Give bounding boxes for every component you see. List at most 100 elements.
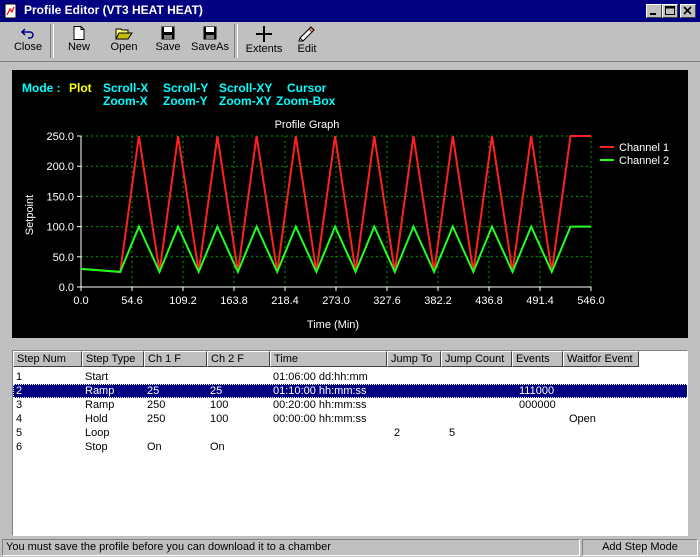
title-bar: Profile Editor (VT3 HEAT HEAT) bbox=[0, 0, 700, 22]
cell-type: Ramp bbox=[85, 385, 115, 397]
new-button[interactable]: New bbox=[60, 24, 98, 60]
cell-ch1: 250 bbox=[147, 399, 166, 411]
axis-layer: 0.0 54.6 109.2 163.8 218.4 273.0 327.6 382.2 436… bbox=[46, 131, 604, 307]
cell-ch2: 25 bbox=[210, 385, 223, 397]
status-message: You must save the profile before you can… bbox=[2, 539, 580, 556]
table-row[interactable]: 4 Hold 250 100 00:00:00 hh:mm:ss Open bbox=[13, 412, 687, 426]
cell-ch2: On bbox=[210, 441, 225, 453]
step-table-header: Step Num Step Type Ch 1 F Ch 2 F Time Ju… bbox=[13, 351, 687, 368]
cell-ch2: 100 bbox=[210, 413, 229, 425]
saveas-button[interactable]: SaveAs bbox=[190, 24, 230, 60]
cell-num: 1 bbox=[16, 371, 23, 383]
x-tick-label: 436.8 bbox=[475, 295, 503, 307]
crosshair-icon bbox=[256, 26, 272, 42]
col-step-num[interactable]: Step Num bbox=[13, 351, 82, 367]
y-axis-label: Setpoint bbox=[24, 195, 36, 235]
cell-waitfor: Open bbox=[569, 413, 596, 425]
cell-num: 4 bbox=[16, 413, 23, 425]
y-tick-label: 0.0 bbox=[59, 282, 74, 294]
close-button-label: Close bbox=[13, 41, 43, 53]
save-button[interactable]: Save bbox=[150, 24, 186, 60]
close-icon bbox=[683, 6, 692, 15]
cell-ch1: 25 bbox=[147, 385, 160, 397]
cell-ch2: 100 bbox=[210, 399, 229, 411]
x-tick-label: 491.4 bbox=[526, 295, 554, 307]
col-step-type[interactable]: Step Type bbox=[82, 351, 144, 367]
col-jump-count[interactable]: Jump Count bbox=[441, 351, 512, 367]
series-line-2 bbox=[80, 224, 591, 275]
cell-type: Stop bbox=[85, 441, 108, 453]
close-button[interactable]: Close bbox=[8, 24, 48, 60]
toolbar-separator bbox=[50, 24, 54, 58]
extents-button[interactable]: Extents bbox=[242, 24, 286, 60]
status-bar: You must save the profile before you can… bbox=[0, 538, 700, 557]
chart-title: Profile Graph bbox=[275, 119, 340, 131]
undo-arrow-icon bbox=[20, 28, 34, 39]
new-button-label: New bbox=[67, 41, 90, 53]
floppy-disk-icon bbox=[203, 26, 217, 40]
cell-ch1: 250 bbox=[147, 413, 166, 425]
x-tick-label: 382.2 bbox=[424, 295, 452, 307]
cell-time: 01:06:00 dd:hh:mm bbox=[273, 371, 368, 383]
edit-button-label: Edit bbox=[297, 43, 317, 55]
legend-label: Channel 2 bbox=[619, 155, 669, 167]
cell-ch1: On bbox=[147, 441, 162, 453]
toolbar-separator bbox=[234, 24, 238, 58]
status-mode: Add Step Mode bbox=[582, 539, 698, 556]
maximize-icon bbox=[665, 6, 675, 15]
pencil-hand-icon bbox=[298, 26, 315, 42]
cell-type: Ramp bbox=[85, 399, 115, 411]
col-ch2[interactable]: Ch 2 F bbox=[207, 351, 270, 367]
y-tick-label: 200.0 bbox=[46, 161, 74, 173]
cell-num: 6 bbox=[16, 441, 23, 453]
y-tick-label: 250.0 bbox=[46, 131, 74, 143]
cell-type: Start bbox=[85, 371, 109, 383]
x-tick-label: 0.0 bbox=[73, 295, 88, 307]
x-tick-label: 54.6 bbox=[121, 295, 142, 307]
table-row[interactable]: 3 Ramp 250 100 00:20:00 hh:mm:ss 000000 bbox=[13, 398, 687, 412]
x-tick-label: 163.8 bbox=[220, 295, 248, 307]
col-time[interactable]: Time bbox=[270, 351, 387, 367]
plot-panel: Mode : Plot Scroll-X Zoom-X Scroll-Y Zoo… bbox=[12, 70, 688, 338]
edit-button[interactable]: Edit bbox=[292, 24, 322, 60]
minimize-icon bbox=[650, 13, 656, 15]
cell-type: Hold bbox=[85, 413, 108, 425]
open-folder-icon bbox=[115, 28, 133, 40]
x-tick-label: 109.2 bbox=[169, 295, 197, 307]
x-tick-label: 327.6 bbox=[373, 295, 401, 307]
minimize-button[interactable] bbox=[646, 4, 662, 18]
extents-button-label: Extents bbox=[245, 43, 283, 55]
profile-chart[interactable]: Profile Graph Setpoint Time (Min) 0.0 54.… bbox=[12, 70, 688, 338]
step-table[interactable]: Step Num Step Type Ch 1 F Ch 2 F Time Ju… bbox=[12, 350, 688, 536]
col-jump-to[interactable]: Jump To bbox=[387, 351, 441, 367]
col-events[interactable]: Events bbox=[512, 351, 563, 367]
x-tick-label: 546.0 bbox=[577, 295, 605, 307]
cell-time: 00:00:00 hh:mm:ss bbox=[273, 413, 367, 425]
y-tick-label: 100.0 bbox=[46, 222, 74, 234]
table-row[interactable]: 2 Ramp 25 25 01:10:00 hh:mm:ss 111000 bbox=[13, 384, 687, 398]
y-tick-label: 50.0 bbox=[53, 252, 74, 264]
save-button-label: Save bbox=[155, 41, 181, 53]
table-row[interactable]: 1 Start 01:06:00 dd:hh:mm bbox=[13, 370, 687, 384]
legend: Channel 1Channel 2 bbox=[600, 142, 669, 167]
cell-type: Loop bbox=[85, 427, 110, 439]
cell-jump-to: 2 bbox=[394, 427, 401, 439]
legend-label: Channel 1 bbox=[619, 142, 669, 154]
open-button[interactable]: Open bbox=[104, 24, 144, 60]
x-axis-label: Time (Min) bbox=[307, 319, 359, 331]
col-ch1[interactable]: Ch 1 F bbox=[144, 351, 207, 367]
table-row[interactable]: 6 Stop On On bbox=[13, 440, 687, 454]
y-tick-label: 150.0 bbox=[46, 191, 74, 203]
cell-time: 01:10:00 hh:mm:ss bbox=[273, 385, 367, 397]
cell-events: 111000 bbox=[519, 385, 555, 397]
table-row[interactable]: 5 Loop 2 5 bbox=[13, 426, 687, 440]
saveas-button-label: SaveAs bbox=[191, 41, 229, 53]
maximize-button[interactable] bbox=[662, 4, 678, 18]
toolbar: Close New Open Save SaveAs Extents Edit bbox=[0, 22, 700, 62]
open-button-label: Open bbox=[110, 41, 138, 53]
cell-events: 000000 bbox=[519, 399, 556, 411]
cell-num: 5 bbox=[16, 427, 23, 439]
col-waitfor-event[interactable]: Waitfor Event bbox=[563, 351, 639, 367]
window-title: Profile Editor (VT3 HEAT HEAT) bbox=[24, 3, 203, 17]
close-window-button[interactable] bbox=[680, 4, 696, 18]
